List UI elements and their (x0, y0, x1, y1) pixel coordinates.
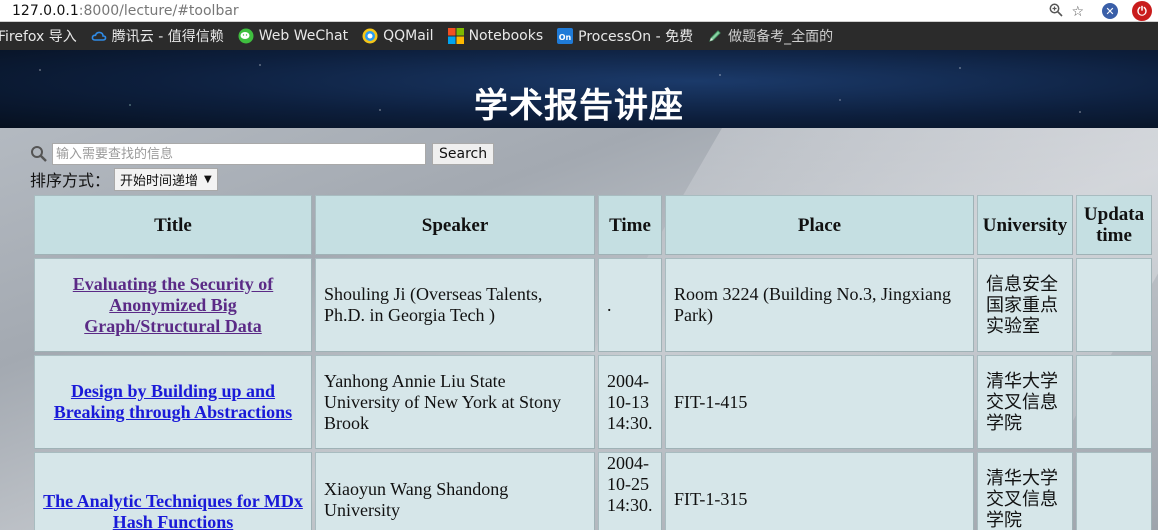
address-bar[interactable]: 127.0.0.1:8000/lecture/#toolbar ☆ ✕ ⏻ (0, 0, 1158, 22)
microsoft-icon (447, 28, 464, 44)
bookmark-label: Web WeChat (258, 28, 349, 44)
bookmark-label: Notebooks (468, 28, 544, 44)
cell-title: Design by Building up and Breaking throu… (34, 355, 312, 449)
header-banner: 学术报告讲座 (0, 50, 1158, 128)
cell-university: 清华大学交叉信息学院 (977, 355, 1073, 449)
search-input[interactable] (52, 143, 426, 165)
bookmark-web-wechat[interactable]: Web WeChat (238, 28, 348, 44)
cell-university: 清华大学交叉信息学院 (977, 452, 1073, 530)
table-row: Design by Building up and Breaking throu… (34, 355, 1152, 449)
processon-icon: On (557, 28, 574, 44)
cloud-icon (91, 31, 107, 41)
table-header-row: Title Speaker Time Place University Upda… (34, 195, 1152, 255)
cell-speaker: Xiaoyun Wang Shandong University (315, 452, 595, 530)
sort-selected-value: 开始时间递增 (120, 173, 199, 189)
toolbar-icons: ☆ ✕ ⏻ (1041, 0, 1158, 22)
adblock-icon[interactable]: ⏻ (1132, 1, 1152, 21)
url-path: :8000/lecture/#toolbar (78, 2, 239, 19)
lecture-title-link[interactable]: Design by Building up and Breaking throu… (54, 381, 292, 422)
url-host: 127.0.0.1 (12, 2, 79, 19)
bookmark-tencent-cloud[interactable]: 腾讯云 - 值得信赖 (91, 26, 224, 46)
cell-place: FIT-1-415 (665, 355, 974, 449)
cell-update-time (1076, 258, 1152, 352)
column-header-speaker[interactable]: Speaker (315, 195, 595, 255)
bookmark-firefox-import[interactable]: Firefox 导入 (0, 26, 77, 46)
column-header-update-time[interactable]: Updata time (1076, 195, 1152, 255)
lecture-title-link[interactable]: Evaluating the Security of Anonymized Bi… (73, 274, 274, 336)
table-row: The Analytic Techniques for MDx Hash Fun… (34, 452, 1152, 530)
cell-title: The Analytic Techniques for MDx Hash Fun… (34, 452, 312, 530)
bookmark-star-icon[interactable]: ☆ (1071, 3, 1084, 20)
search-button[interactable]: Search (432, 143, 495, 165)
cell-speaker: Yanhong Annie Liu State University of Ne… (315, 355, 595, 449)
url-text[interactable]: 127.0.0.1:8000/lecture/#toolbar (0, 3, 239, 19)
bookmark-label: ProcessOn - 免费 (578, 29, 694, 45)
bookmark-label: 腾讯云 - 值得信赖 (111, 29, 224, 45)
cell-place: Room 3224 (Building No.3, Jingxiang Park… (665, 258, 974, 352)
search-bar: Search (30, 142, 495, 166)
table-row: Evaluating the Security of Anonymized Bi… (34, 258, 1152, 352)
bookmark-processon[interactable]: On ProcessOn - 免费 (557, 26, 693, 46)
column-header-time[interactable]: Time (598, 195, 662, 255)
svg-text:On: On (559, 33, 572, 42)
bookmark-notebooks[interactable]: Notebooks (447, 28, 544, 44)
lecture-table: Title Speaker Time Place University Upda… (31, 192, 1155, 530)
cell-place: FIT-1-315 (665, 452, 974, 530)
cell-update-time (1076, 355, 1152, 449)
cell-time: 2004-10-13 14:30. (598, 355, 662, 449)
sort-control: 排序方式： 开始时间递增 ▼ (30, 167, 218, 191)
column-header-title[interactable]: Title (34, 195, 312, 255)
bookmarks-bar: Firefox 导入 腾讯云 - 值得信赖 Web WeChat QQMail … (0, 22, 1158, 50)
bookmark-label: 做题备考_全面的 (728, 29, 834, 45)
sort-label: 排序方式： (30, 171, 111, 190)
column-header-university[interactable]: University (977, 195, 1073, 255)
column-header-place[interactable]: Place (665, 195, 974, 255)
bookmark-exam-prep[interactable]: 做题备考_全面的 (707, 26, 833, 46)
cell-speaker: Shouling Ji (Overseas Talents, Ph.D. in … (315, 258, 595, 352)
bookmark-label: Firefox 导入 (0, 29, 77, 45)
bookmark-qqmail[interactable]: QQMail (362, 28, 434, 44)
pen-icon (709, 30, 721, 42)
cell-time: . (598, 258, 662, 352)
bookmark-label: QQMail (383, 28, 434, 44)
cell-update-time (1076, 452, 1152, 530)
page-title: 学术报告讲座 (474, 86, 684, 126)
sort-select[interactable]: 开始时间递增 ▼ (114, 167, 218, 191)
wechat-icon (238, 28, 254, 44)
search-icon (31, 146, 47, 162)
zoom-icon[interactable] (1049, 3, 1064, 20)
extension-x-icon[interactable]: ✕ (1102, 3, 1118, 19)
qqmail-icon (362, 28, 378, 44)
lecture-title-link[interactable]: The Analytic Techniques for MDx Hash Fun… (43, 491, 303, 530)
cell-title: Evaluating the Security of Anonymized Bi… (34, 258, 312, 352)
page-content: 学术报告讲座 Search 排序方式： 开始时间递增 ▼ Title Speake… (0, 50, 1158, 530)
cell-time: 2004-10-25 14:30. (598, 452, 662, 530)
cell-university: 信息安全国家重点实验室 (977, 258, 1073, 352)
dropdown-arrow-icon: ▼ (204, 173, 212, 185)
